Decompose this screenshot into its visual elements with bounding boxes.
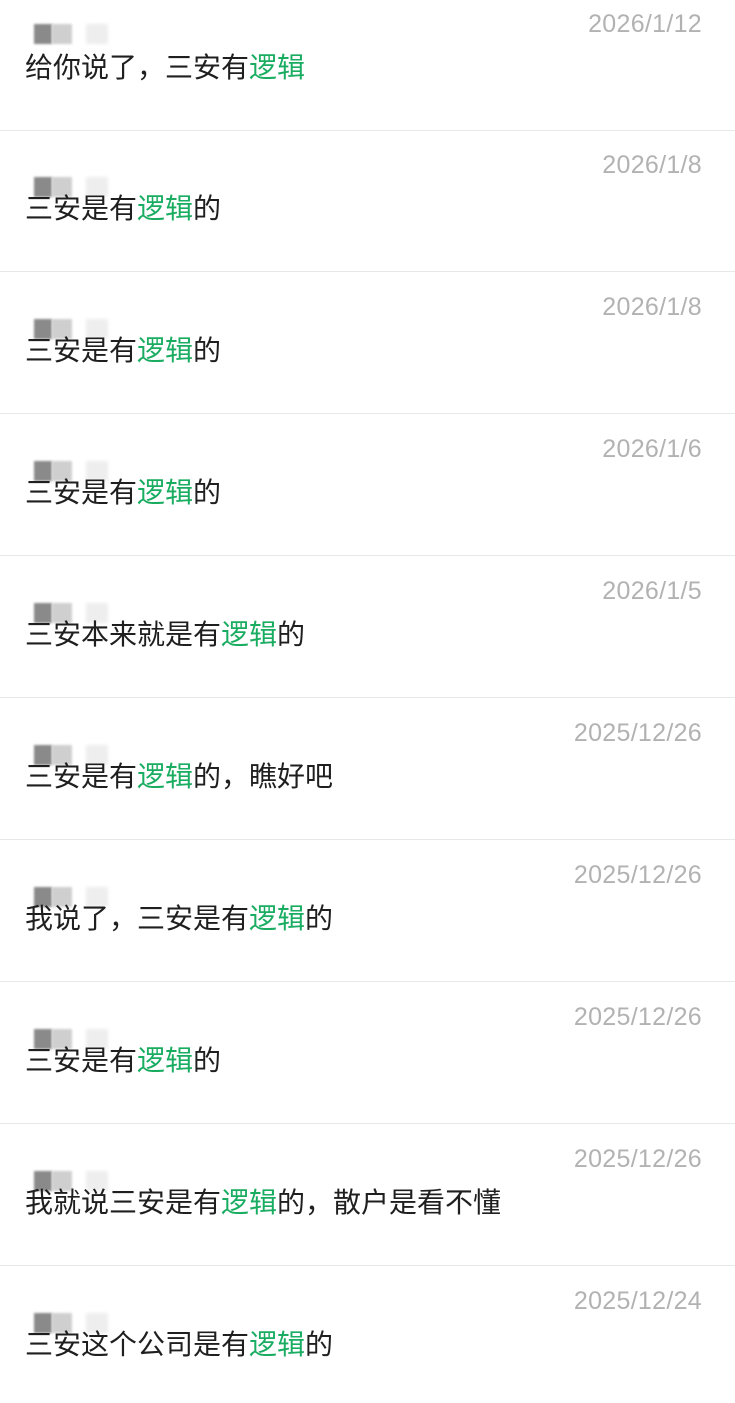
keyword-highlight: 逻辑 — [249, 902, 306, 935]
item-date: 2026/1/5 — [602, 577, 702, 605]
item-date: 2026/1/8 — [602, 293, 702, 321]
list-item[interactable]: 2025/12/24 三安这个公司是有逻辑的 — [0, 1267, 735, 1403]
keyword-highlight: 逻辑 — [221, 618, 278, 651]
item-message: 三安是有逻辑的 — [25, 476, 222, 509]
item-date: 2026/1/12 — [588, 10, 702, 38]
keyword-highlight: 逻辑 — [221, 1186, 278, 1219]
keyword-highlight: 逻辑 — [137, 760, 194, 793]
keyword-highlight: 逻辑 — [137, 1044, 194, 1077]
list-item[interactable]: 2026/1/8 三安是有逻辑的 — [0, 273, 735, 414]
list-item[interactable]: 2026/1/5 三安本来就是有逻辑的 — [0, 557, 735, 698]
item-message: 给你说了，三安有逻辑 — [25, 51, 306, 84]
item-message: 我说了，三安是有逻辑的 — [25, 902, 334, 935]
item-date: 2025/12/26 — [573, 719, 702, 747]
item-message: 三安是有逻辑的 — [25, 1044, 222, 1077]
item-date: 2025/12/26 — [573, 861, 702, 889]
message-list: 2026/1/12 给你说了，三安有逻辑 2026/1/8 三安是有逻辑的 20… — [0, 0, 735, 1403]
item-date: 2025/12/26 — [573, 1003, 702, 1031]
keyword-highlight: 逻辑 — [137, 334, 194, 367]
item-message: 三安是有逻辑的 — [25, 192, 222, 225]
keyword-highlight: 逻辑 — [249, 1328, 306, 1361]
list-item[interactable]: 2025/12/26 三安是有逻辑的 — [0, 983, 735, 1124]
list-item[interactable]: 2026/1/12 给你说了，三安有逻辑 — [0, 0, 735, 131]
keyword-highlight: 逻辑 — [249, 51, 306, 84]
list-item[interactable]: 2026/1/6 三安是有逻辑的 — [0, 415, 735, 556]
list-item[interactable]: 2026/1/8 三安是有逻辑的 — [0, 131, 735, 272]
item-message: 三安是有逻辑的，瞧好吧 — [25, 760, 334, 793]
keyword-highlight: 逻辑 — [137, 476, 194, 509]
list-item[interactable]: 2025/12/26 我说了，三安是有逻辑的 — [0, 841, 735, 982]
list-item[interactable]: 2025/12/26 我就说三安是有逻辑的，散户是看不懂 — [0, 1125, 735, 1266]
keyword-highlight: 逻辑 — [137, 192, 194, 225]
item-date: 2025/12/24 — [573, 1287, 702, 1315]
item-message: 三安这个公司是有逻辑的 — [25, 1328, 334, 1361]
item-message: 三安是有逻辑的 — [25, 334, 222, 367]
item-message: 三安本来就是有逻辑的 — [25, 618, 306, 651]
avatar — [34, 24, 108, 44]
item-message: 我就说三安是有逻辑的，散户是看不懂 — [25, 1186, 502, 1219]
item-date: 2026/1/8 — [602, 151, 702, 179]
list-item[interactable]: 2025/12/26 三安是有逻辑的，瞧好吧 — [0, 699, 735, 840]
item-date: 2025/12/26 — [573, 1145, 702, 1173]
item-date: 2026/1/6 — [602, 435, 702, 463]
